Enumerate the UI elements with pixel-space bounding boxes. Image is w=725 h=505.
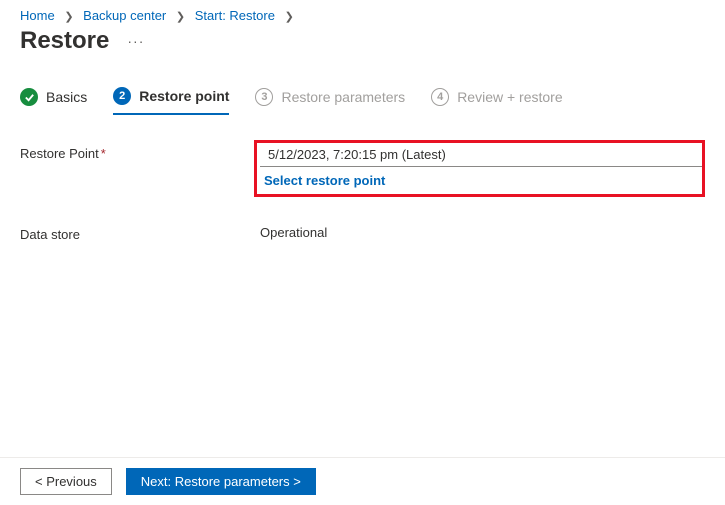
tab-restore-point-label: Restore point [139, 88, 229, 104]
step-number-icon: 2 [113, 87, 131, 105]
more-actions-icon[interactable]: ··· [127, 33, 144, 49]
tab-review-restore-label: Review + restore [457, 89, 562, 105]
breadcrumb-home[interactable]: Home [20, 8, 55, 23]
page-title: Restore [20, 27, 109, 55]
tab-restore-point[interactable]: 2 Restore point [113, 87, 229, 115]
breadcrumb-backup-center[interactable]: Backup center [83, 8, 166, 23]
tab-basics-label: Basics [46, 89, 87, 105]
data-store-label: Data store [20, 225, 260, 242]
form-area: Restore Point* Select restore point Data… [0, 116, 725, 242]
page-header: Restore ··· [0, 27, 725, 73]
required-indicator: * [101, 146, 106, 161]
step-number-icon: 3 [255, 88, 273, 106]
row-restore-point: Restore Point* Select restore point [20, 144, 705, 197]
step-number-icon: 4 [431, 88, 449, 106]
chevron-right-icon: ❯ [285, 11, 294, 23]
wizard-footer: < Previous Next: Restore parameters > [0, 457, 725, 505]
chevron-right-icon: ❯ [64, 11, 73, 23]
tab-restore-parameters[interactable]: 3 Restore parameters [255, 88, 405, 114]
breadcrumb-start-restore[interactable]: Start: Restore [195, 8, 275, 23]
next-button[interactable]: Next: Restore parameters > [126, 468, 316, 495]
highlight-annotation: Select restore point [254, 140, 705, 197]
previous-button[interactable]: < Previous [20, 468, 112, 495]
check-icon [20, 88, 38, 106]
select-restore-point-link[interactable]: Select restore point [264, 173, 702, 188]
tab-review-restore[interactable]: 4 Review + restore [431, 88, 562, 114]
chevron-right-icon: ❯ [176, 11, 185, 23]
wizard-tabs: Basics 2 Restore point 3 Restore paramet… [0, 73, 725, 116]
restore-point-label: Restore Point* [20, 144, 260, 161]
data-store-value: Operational [260, 225, 327, 240]
breadcrumb: Home ❯ Backup center ❯ Start: Restore ❯ [0, 0, 725, 27]
row-data-store: Data store Operational [20, 225, 705, 242]
tab-restore-parameters-label: Restore parameters [281, 89, 405, 105]
tab-basics[interactable]: Basics [20, 88, 87, 114]
restore-point-input[interactable] [260, 143, 702, 167]
